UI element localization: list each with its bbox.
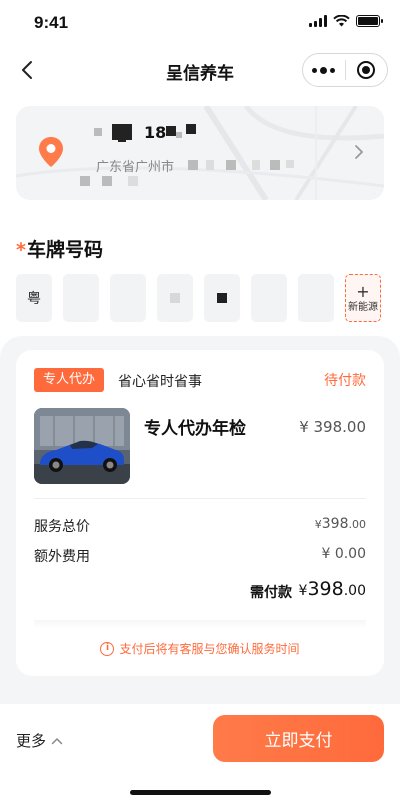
target-close-icon — [357, 61, 376, 79]
plate-section-title: *车牌号码 — [16, 235, 103, 262]
service-name: 专人代办年检 — [144, 419, 246, 439]
masked-text — [118, 136, 126, 142]
masked-text — [188, 160, 198, 170]
more-button[interactable]: 更多 — [16, 730, 63, 751]
chevron-up-icon — [51, 737, 63, 744]
masked-text — [186, 124, 196, 134]
address-card[interactable]: 18 广东省广州市 — [16, 106, 384, 200]
order-card: 专人代办 省心省时省事 待付款 专人代办年检 ¥ 398.00 服务总价 ¥39… — [16, 350, 384, 676]
plate-char-box[interactable] — [298, 274, 334, 322]
plate-char-box[interactable] — [110, 274, 146, 322]
service-total-label: 服务总价 — [34, 519, 90, 535]
masked-char — [170, 293, 180, 303]
car-photo — [34, 408, 130, 484]
plate-province-box[interactable]: 粤 — [16, 274, 52, 322]
plate-char-box[interactable] — [63, 274, 99, 322]
card-fade — [34, 620, 366, 628]
battery-icon — [356, 15, 383, 27]
more-label: 更多 — [16, 732, 47, 750]
payment-notice: i 支付后将有客服与您确认服务时间 — [16, 640, 384, 657]
card-divider — [34, 498, 366, 499]
address-detail: 广东省广州市 — [96, 160, 175, 175]
plate-char-box[interactable] — [251, 274, 287, 322]
plate-input-row: 粤 + 新能源 — [16, 274, 381, 322]
plate-char-box[interactable] — [157, 274, 193, 322]
signal-icon — [309, 15, 327, 27]
mini-program-capsule — [302, 53, 388, 87]
wifi-icon — [333, 15, 350, 27]
capsule-close-button[interactable] — [345, 53, 387, 87]
status-bar: 9:41 — [0, 0, 400, 44]
service-price: ¥ 398.00 — [299, 418, 366, 436]
more-dots-button[interactable] — [303, 53, 345, 87]
new-energy-label: 新能源 — [348, 301, 378, 313]
service-type-tag: 专人代办 — [34, 368, 105, 392]
plate-label: 车牌号码 — [26, 239, 103, 261]
more-dots-icon — [312, 66, 336, 74]
masked-text — [286, 160, 294, 168]
service-car-image — [34, 408, 130, 484]
extra-fee-value: ¥ 0.00 — [321, 546, 366, 562]
masked-text — [166, 126, 176, 136]
required-mark: * — [16, 239, 26, 261]
notice-text: 支付后将有客服与您确认服务时间 — [119, 642, 300, 656]
masked-char — [217, 293, 227, 303]
new-energy-plate-button[interactable]: + 新能源 — [345, 274, 381, 322]
pay-due-value: ¥398.00 — [298, 578, 366, 600]
order-status: 待付款 — [324, 373, 366, 389]
plus-icon: + — [356, 281, 370, 301]
masked-text — [270, 160, 280, 170]
bottom-action-bar: 更多 立即支付 — [0, 704, 400, 805]
masked-text — [206, 160, 214, 170]
address-contact: 18 — [144, 123, 167, 142]
masked-text — [128, 176, 138, 186]
plate-char-box[interactable] — [204, 274, 240, 322]
status-time: 9:41 — [34, 13, 69, 32]
location-pin-icon — [39, 137, 63, 167]
service-total-value: ¥398.00 — [314, 516, 366, 532]
extra-fee-label: 额外费用 — [34, 549, 90, 565]
chevron-right-icon — [355, 145, 363, 159]
masked-text — [252, 160, 260, 170]
masked-text — [80, 176, 90, 186]
info-icon: i — [100, 641, 115, 656]
order-panel: 专人代办 省心省时省事 待付款 专人代办年检 ¥ 398.00 服务总价 ¥39… — [0, 336, 400, 704]
service-type-desc: 省心省时省事 — [118, 374, 202, 390]
masked-text — [226, 160, 236, 170]
back-chevron-icon[interactable] — [16, 58, 40, 82]
home-indicator — [130, 790, 271, 795]
nav-bar: 呈信养车 — [0, 48, 400, 92]
masked-text — [94, 128, 102, 136]
pay-due-label: 需付款 — [250, 585, 292, 601]
masked-text — [176, 132, 182, 138]
masked-text — [102, 176, 112, 186]
status-icons — [309, 15, 383, 27]
map-background — [16, 106, 384, 200]
pay-now-button[interactable]: 立即支付 — [213, 715, 384, 762]
